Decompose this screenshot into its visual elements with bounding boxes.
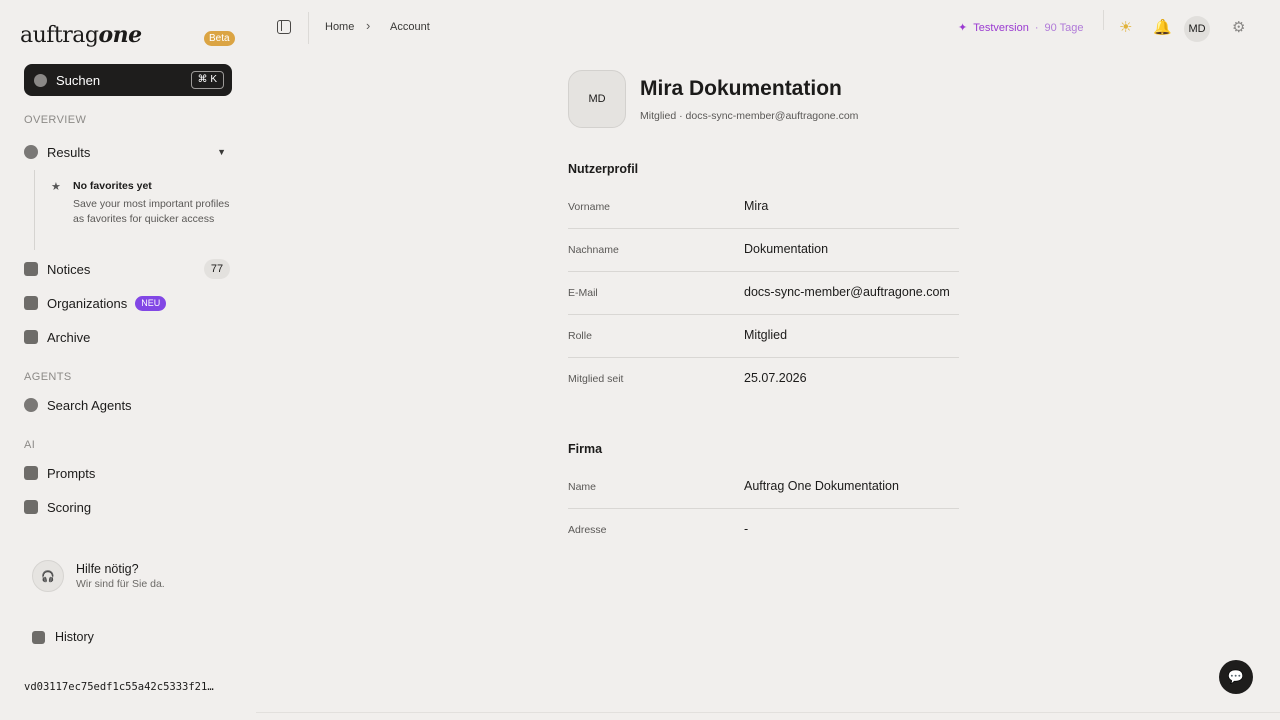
chevron-right-icon: › xyxy=(366,18,371,33)
notices-count-badge: 77 xyxy=(204,259,230,279)
sidebar-item-organizations[interactable]: Organizations NEU xyxy=(24,289,232,317)
field-row-email: E-Mail docs-sync-member@auftragone.com xyxy=(568,272,959,315)
divider xyxy=(1103,10,1104,30)
beta-badge: Beta xyxy=(204,31,235,46)
field-row-nachname: Nachname Dokumentation xyxy=(568,229,959,272)
breadcrumb-home[interactable]: Home xyxy=(325,21,354,33)
field-value: docs-sync-member@auftragone.com xyxy=(744,285,950,299)
sidebar-item-label: Archive xyxy=(47,329,91,345)
app-logo[interactable]: auftragone xyxy=(20,22,142,48)
section-label-overview: OVERVIEW xyxy=(24,114,87,126)
gear-icon[interactable]: ⚙ xyxy=(1232,18,1245,36)
archive-icon xyxy=(24,330,38,344)
help-title: Hilfe nötig? xyxy=(76,562,139,576)
sidebar-item-label: Notices xyxy=(47,261,91,277)
section-title-company: Firma xyxy=(568,442,603,456)
trial-label: Testversion xyxy=(973,21,1029,34)
sidebar-item-label: History xyxy=(55,630,94,644)
sun-icon[interactable]: ☀ xyxy=(1119,18,1132,36)
field-row-member-since: Mitglied seit 25.07.2026 xyxy=(568,358,959,401)
sidebar-item-label: Prompts xyxy=(47,465,96,481)
trial-separator: · xyxy=(1034,21,1039,34)
star-icon: ★ xyxy=(51,181,61,193)
trial-badge[interactable]: ✦ Testversion · 90 Tage xyxy=(958,21,1084,35)
breadcrumb-current: Account xyxy=(390,21,430,33)
new-badge: NEU xyxy=(135,295,167,311)
logo-text: auftrag xyxy=(20,23,99,48)
field-value: - xyxy=(744,522,749,536)
sidebar-item-archive[interactable]: Archive xyxy=(24,323,232,351)
sidebar-item-history[interactable]: History xyxy=(32,630,94,644)
field-row-vorname: Vorname Mira xyxy=(568,186,959,229)
field-row-company-name: Name Auftrag One Dokumentation xyxy=(568,466,959,509)
search-shortcut: ⌘ K xyxy=(190,71,224,89)
field-label: Name xyxy=(568,481,597,493)
sidebar-item-label: Search Agents xyxy=(47,397,132,413)
field-label: Adresse xyxy=(568,524,607,536)
account-page: MD Mira Dokumentation Mitglied · docs-sy… xyxy=(256,56,1280,712)
logo-text-bold: one xyxy=(98,22,142,48)
topbar: Home › Account ✦ Testversion · 90 Tage ☀… xyxy=(256,0,1280,56)
field-value: Auftrag One Dokumentation xyxy=(744,479,899,493)
user-avatar[interactable]: MD xyxy=(1184,16,1210,42)
sidebar-item-notices[interactable]: Notices 77 xyxy=(24,255,232,283)
sidebar-item-label: Organizations xyxy=(47,295,128,311)
panel-toggle-icon[interactable] xyxy=(277,20,291,34)
field-row-address: Adresse - xyxy=(568,509,959,552)
help-subtitle: Wir sind für Sie da. xyxy=(76,578,165,590)
organizations-icon xyxy=(24,296,38,310)
sparkle-icon: ✦ xyxy=(958,22,968,34)
sidebar: auftragone Beta Suchen ⌘ K OVERVIEW Resu… xyxy=(0,0,256,720)
divider xyxy=(308,12,309,44)
search-label: Suchen xyxy=(56,72,101,88)
page-title: Mira Dokumentation xyxy=(640,77,842,100)
search-agents-icon xyxy=(24,398,38,412)
help-card[interactable]: 🎧 Hilfe nötig? Wir sind für Sie da. xyxy=(24,552,232,600)
divider xyxy=(256,712,1280,713)
scoring-icon xyxy=(24,500,38,514)
sidebar-item-search-agents[interactable]: Search Agents xyxy=(24,391,232,419)
chat-icon[interactable]: 💬 xyxy=(1219,660,1253,694)
chevron-down-icon[interactable]: ▼ xyxy=(217,147,226,157)
section-label-agents: AGENTS xyxy=(24,371,72,383)
field-row-rolle: Rolle Mitglied xyxy=(568,315,959,358)
bell-icon[interactable]: 🔔 xyxy=(1153,18,1172,36)
field-label: Nachname xyxy=(568,244,619,256)
field-label: E-Mail xyxy=(568,287,598,299)
sidebar-item-label: Results xyxy=(47,144,91,160)
results-icon xyxy=(24,145,38,159)
headset-icon: 🎧 xyxy=(32,560,64,592)
notices-icon xyxy=(24,262,38,276)
help-text: Hilfe nötig? Wir sind für Sie da. xyxy=(76,562,165,590)
profile-avatar: MD xyxy=(568,70,626,128)
field-value: Mitglied xyxy=(744,328,788,342)
section-label-ai: AI xyxy=(24,439,36,451)
field-label: Vorname xyxy=(568,201,611,213)
sidebar-item-label: Scoring xyxy=(47,499,92,515)
section-title-user-profile: Nutzerprofil xyxy=(568,162,639,176)
field-label: Rolle xyxy=(568,330,592,342)
version-string: vd03117ec75edf1c55a42c5333f21… xyxy=(24,681,214,693)
favorites-text: Save your most important profiles as fav… xyxy=(73,198,230,225)
favorites-title: No favorites yet xyxy=(73,180,152,192)
sidebar-item-scoring[interactable]: Scoring xyxy=(24,493,232,521)
field-value: Dokumentation xyxy=(744,242,829,256)
favorites-empty-state: ★ No favorites yet Save your most import… xyxy=(34,170,232,250)
field-value: Mira xyxy=(744,199,769,213)
field-value: 25.07.2026 xyxy=(744,371,807,385)
field-label: Mitglied seit xyxy=(568,373,624,385)
history-icon xyxy=(32,630,45,644)
sidebar-item-prompts[interactable]: Prompts xyxy=(24,459,232,487)
search-button[interactable]: Suchen ⌘ K xyxy=(24,64,232,96)
trial-days: 90 Tage xyxy=(1044,21,1084,34)
prompts-icon xyxy=(24,466,38,480)
sidebar-item-results[interactable]: Results ▼ xyxy=(24,138,232,166)
search-icon xyxy=(34,73,47,87)
profile-subtitle: Mitglied · docs-sync-member@auftragone.c… xyxy=(640,110,859,122)
